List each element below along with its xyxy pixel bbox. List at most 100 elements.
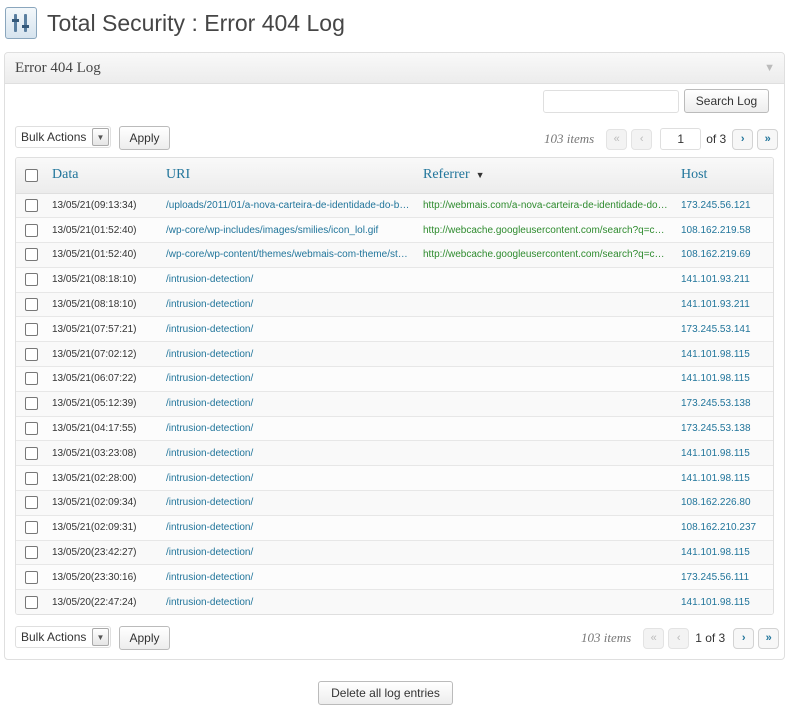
apply-button-top[interactable]: Apply xyxy=(119,126,170,150)
row-uri-link[interactable]: /intrusion-detection/ xyxy=(160,291,417,317)
row-referrer-link[interactable] xyxy=(417,291,675,317)
row-referrer-link[interactable]: http://webcache.googleusercontent.com/se… xyxy=(417,242,675,268)
bulk-actions-select-bottom[interactable]: Bulk Actions ▼ xyxy=(15,626,111,648)
row-uri-link[interactable]: /intrusion-detection/ xyxy=(160,465,417,491)
row-checkbox[interactable] xyxy=(25,546,38,560)
row-host-link[interactable]: 141.101.98.115 xyxy=(675,341,773,367)
row-uri-link[interactable]: /intrusion-detection/ xyxy=(160,415,417,441)
row-uri-link[interactable]: /intrusion-detection/ xyxy=(160,341,417,367)
row-referrer-link[interactable] xyxy=(417,440,675,466)
first-page-button[interactable]: « xyxy=(606,128,628,150)
column-data[interactable]: Data xyxy=(46,158,160,194)
row-checkbox[interactable] xyxy=(25,273,38,287)
row-uri-link[interactable]: /intrusion-detection/ xyxy=(160,366,417,392)
row-referrer-link[interactable] xyxy=(417,266,675,293)
row-checkbox[interactable] xyxy=(25,422,38,436)
row-referrer-link[interactable] xyxy=(417,341,675,367)
row-host-link[interactable]: 173.245.53.138 xyxy=(675,415,773,441)
collapse-arrow-icon[interactable]: ▼ xyxy=(764,62,775,74)
row-host-link[interactable]: 108.162.210.237 xyxy=(675,514,773,541)
bulk-actions-select-top[interactable]: Bulk Actions ▼ xyxy=(15,126,111,148)
row-referrer-link[interactable]: http://webmais.com/a-nova-carteira-de-id… xyxy=(417,192,675,218)
row-uri-link[interactable]: /wp-core/wp-includes/images/smilies/icon… xyxy=(160,217,417,243)
page-header: Total Security : Error 404 Log xyxy=(5,5,345,41)
row-checkbox[interactable] xyxy=(25,298,38,312)
row-referrer-link[interactable] xyxy=(417,415,675,441)
row-date: 13/05/21(06:07:22) xyxy=(46,366,160,392)
row-checkbox[interactable] xyxy=(25,347,38,361)
row-uri-link[interactable]: /intrusion-detection/ xyxy=(160,390,417,417)
row-referrer-link[interactable] xyxy=(417,564,675,590)
next-page-button[interactable]: › xyxy=(733,627,755,649)
column-uri[interactable]: URI xyxy=(160,158,417,194)
row-referrer-link[interactable] xyxy=(417,366,675,392)
row-host-link[interactable]: 141.101.93.211 xyxy=(675,266,773,293)
box-header[interactable]: Error 404 Log ▼ xyxy=(5,53,784,84)
row-host-link[interactable]: 108.162.219.58 xyxy=(675,217,773,243)
row-checkbox[interactable] xyxy=(25,496,38,510)
row-date: 13/05/21(02:28:00) xyxy=(46,465,160,491)
row-host-link[interactable]: 108.162.226.80 xyxy=(675,490,773,516)
row-referrer-link[interactable] xyxy=(417,390,675,417)
row-uri-link[interactable]: /intrusion-detection/ xyxy=(160,440,417,466)
row-checkbox[interactable] xyxy=(25,595,38,609)
row-host-link[interactable]: 173.245.56.111 xyxy=(675,564,773,590)
row-checkbox[interactable] xyxy=(25,322,38,336)
column-host[interactable]: Host xyxy=(675,158,773,194)
prev-page-button[interactable]: ‹ xyxy=(668,627,690,649)
row-uri-link[interactable]: /intrusion-detection/ xyxy=(160,589,417,614)
select-all-checkbox[interactable] xyxy=(25,168,38,182)
row-uri-link[interactable]: /uploads/2011/01/a-nova-carteira-de-iden… xyxy=(160,192,417,218)
first-page-button[interactable]: « xyxy=(643,627,665,649)
row-host-link[interactable]: 141.101.98.115 xyxy=(675,366,773,392)
row-referrer-link[interactable] xyxy=(417,465,675,491)
last-page-button[interactable]: » xyxy=(758,627,780,649)
row-host-link[interactable]: 173.245.56.121 xyxy=(675,192,773,218)
row-referrer-link[interactable] xyxy=(417,514,675,541)
row-host-link[interactable]: 173.245.53.138 xyxy=(675,390,773,417)
row-host-link[interactable]: 108.162.219.69 xyxy=(675,242,773,268)
row-host-link[interactable]: 141.101.98.115 xyxy=(675,465,773,491)
tools-icon xyxy=(5,7,37,39)
row-date: 13/05/21(08:18:10) xyxy=(46,266,160,293)
search-input[interactable] xyxy=(543,90,679,113)
row-referrer-link[interactable]: http://webcache.googleusercontent.com/se… xyxy=(417,217,675,243)
row-host-link[interactable]: 173.245.53.141 xyxy=(675,316,773,342)
apply-button-bottom[interactable]: Apply xyxy=(119,626,170,650)
column-referrer[interactable]: Referrer ▼ xyxy=(417,158,675,194)
row-host-link[interactable]: 141.101.93.211 xyxy=(675,291,773,317)
row-date: 13/05/21(09:13:34) xyxy=(46,192,160,218)
row-uri-link[interactable]: /intrusion-detection/ xyxy=(160,316,417,342)
next-page-button[interactable]: › xyxy=(732,128,754,150)
row-referrer-link[interactable] xyxy=(417,490,675,516)
row-referrer-link[interactable] xyxy=(417,589,675,614)
box-title: Error 404 Log xyxy=(15,60,101,76)
row-checkbox[interactable] xyxy=(25,471,38,485)
row-uri-link[interactable]: /intrusion-detection/ xyxy=(160,514,417,541)
row-host-link[interactable]: 141.101.98.115 xyxy=(675,539,773,565)
row-uri-link[interactable]: /intrusion-detection/ xyxy=(160,266,417,293)
row-checkbox[interactable] xyxy=(25,570,38,584)
last-page-button[interactable]: » xyxy=(757,128,779,150)
row-uri-link[interactable]: /intrusion-detection/ xyxy=(160,539,417,565)
row-checkbox[interactable] xyxy=(25,223,38,237)
row-referrer-link[interactable] xyxy=(417,316,675,342)
row-checkbox[interactable] xyxy=(25,372,38,386)
delete-all-button[interactable]: Delete all log entries xyxy=(318,681,453,705)
current-page-input[interactable]: 1 xyxy=(660,128,702,150)
row-uri-link[interactable]: /intrusion-detection/ xyxy=(160,490,417,516)
row-date: 13/05/21(01:52:40) xyxy=(46,217,160,243)
row-uri-link[interactable]: /wp-core/wp-content/themes/webmais-com-t… xyxy=(160,242,417,268)
row-referrer-link[interactable] xyxy=(417,539,675,565)
row-host-link[interactable]: 141.101.98.115 xyxy=(675,589,773,614)
search-log-button[interactable]: Search Log xyxy=(684,89,769,113)
table-row: 13/05/20(23:42:27)/intrusion-detection/1… xyxy=(16,539,773,565)
prev-page-button[interactable]: ‹ xyxy=(631,128,653,150)
row-checkbox[interactable] xyxy=(25,521,38,535)
row-uri-link[interactable]: /intrusion-detection/ xyxy=(160,564,417,590)
row-host-link[interactable]: 141.101.98.115 xyxy=(675,440,773,466)
row-checkbox[interactable] xyxy=(25,248,38,262)
row-checkbox[interactable] xyxy=(25,397,38,411)
row-checkbox[interactable] xyxy=(25,198,38,212)
row-checkbox[interactable] xyxy=(25,446,38,460)
